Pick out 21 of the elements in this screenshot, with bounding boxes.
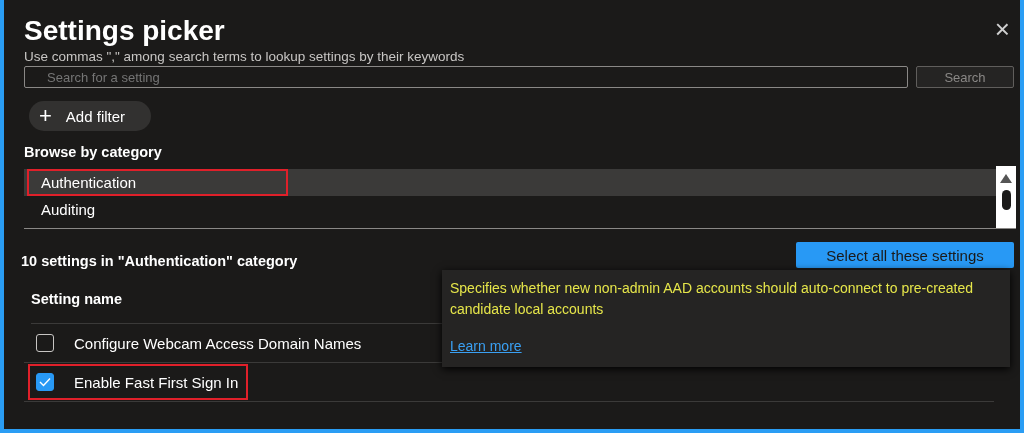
scrollbar[interactable] [996, 166, 1016, 228]
subtitle: Use commas "," among search terms to lookup settings by their keywords [24, 49, 466, 64]
checkbox[interactable] [36, 373, 54, 391]
check-icon [39, 377, 51, 387]
setting-label: Configure Webcam Access Domain Names [74, 334, 362, 352]
add-filter-button[interactable]: + Add filter [29, 101, 152, 131]
select-all-button[interactable]: Select all these settings [796, 242, 1014, 268]
section-heading: Browse by category [24, 144, 163, 160]
up-arrow-icon [1000, 174, 1012, 183]
settings-count: 10 settings in "Authentication" category [21, 253, 298, 269]
category-item[interactable]: Authentication [24, 169, 996, 196]
scrollbar-thumb[interactable] [1001, 190, 1011, 210]
search-field[interactable]: Search for a setting [24, 66, 908, 88]
learn-more-link[interactable]: Learn more [450, 338, 522, 354]
setting-label: Enable Fast First Sign In [74, 373, 239, 391]
close-button[interactable]: × [994, 16, 1010, 42]
plus-icon: + [39, 106, 52, 126]
category-item[interactable]: Auditing [24, 196, 996, 223]
checkbox[interactable] [36, 334, 54, 352]
search-button[interactable]: Search [916, 66, 1014, 88]
dialog-title: Settings picker [24, 14, 225, 48]
